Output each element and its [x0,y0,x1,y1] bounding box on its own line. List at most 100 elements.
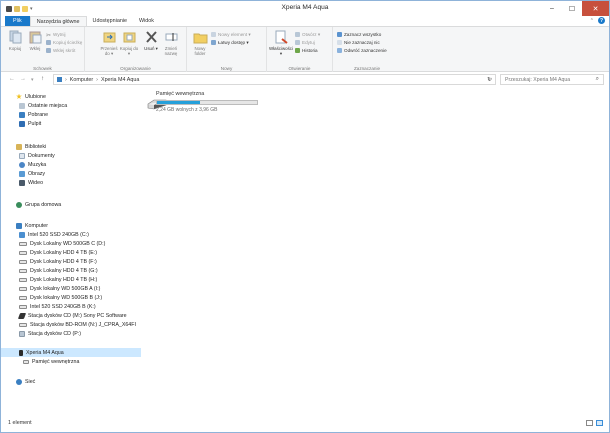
nav-music[interactable]: Muzyka [19,160,46,169]
refresh-icon[interactable]: ↻ [487,76,492,83]
tab-view[interactable]: Widok [133,16,160,26]
easy-access-button[interactable]: Łatwy dostęp ▾ [211,39,249,46]
minimize-icon[interactable]: ‒ [542,1,562,16]
ribbon-tabs: Plik Narzędzia główne Udostępnianie Wido… [1,16,609,26]
nav-drive[interactable]: Dysk Lokalny HDD 4 TB (H:) [19,275,97,284]
breadcrumb-xperia[interactable]: Xperia M4 Aqua [101,77,139,83]
open-button[interactable]: Otwórz ▾ [295,31,320,38]
nav-xperia[interactable]: Xperia M4 Aqua [1,348,141,357]
hard-drive-icon [19,268,27,273]
nav-drive[interactable]: Stacja dysków CD (P:) [19,329,81,338]
nav-drive[interactable]: Dysk Lokalny HDD 4 TB (G:) [19,266,98,275]
nav-recent-places[interactable]: Ostatnie miejsca [19,101,67,110]
copy-path-icon [46,40,51,45]
music-icon [19,161,25,168]
scissors-icon: ✂ [46,33,52,39]
tab-file[interactable]: Plik [5,16,30,26]
status-bar: 1 element [1,414,609,432]
window-title: Xperia M4 Aqua [281,4,329,11]
folder-icon [193,33,207,44]
group-label-clipboard: Schowek [33,66,52,71]
group-clipboard: Kopiuj Wklej ✂ Wytnij Kopiuj ścieżkę Wkl… [1,27,85,72]
invert-selection-button[interactable]: Odwróć zaznaczenie [337,47,387,54]
nav-videos[interactable]: Wideo [19,178,43,187]
nav-drive[interactable]: Dysk lokalny WD 500GB B (J:) [19,293,102,302]
nav-libraries[interactable]: Biblioteki [16,142,46,151]
select-all-icon [337,32,342,37]
hard-drive-icon [19,259,27,264]
maximize-icon[interactable]: ☐ [562,1,582,16]
select-none-button[interactable]: Nie zaznaczaj nic [337,39,380,46]
group-select: Zaznacz wszystko Nie zaznaczaj nic Odwró… [333,27,401,72]
nav-drive[interactable]: Stacja dysków BD-ROM (N:) J_CPRA_X64FI [19,320,136,329]
copy-icon [9,30,21,44]
recent-locations-icon[interactable]: ▾ [31,77,34,83]
nav-drive[interactable]: Intel 520 SSD 240GB (C:) [19,230,89,239]
nav-drive[interactable]: Dysk Lokalny HDD 4 TB (F:) [19,257,97,266]
tab-home[interactable]: Narzędzia główne [29,16,87,26]
tab-share[interactable]: Udostępnianie [87,16,133,26]
history-icon [295,48,300,53]
search-input[interactable]: Przeszukaj: Xperia M4 Aqua [505,77,570,83]
breadcrumb-computer[interactable]: Komputer [70,77,93,83]
close-icon[interactable]: ✕ [582,1,609,16]
forward-icon[interactable]: → [20,76,26,82]
nav-computer[interactable]: Komputer [16,221,48,230]
cd-drive-icon [19,330,25,337]
group-label-new: Nowy [220,66,233,71]
nav-drive[interactable]: Dysk lokalny WD 500GB A (I:) [19,284,100,293]
search-box[interactable]: Przeszukaj: Xperia M4 Aqua ⌕ [500,74,604,85]
rename-button[interactable]: Zmień nazwę [161,30,181,56]
nav-documents[interactable]: Dokumenty [19,151,55,160]
cut-button[interactable]: ✂ Wytnij [46,31,66,39]
network-icon [16,378,22,385]
select-all-button[interactable]: Zaznacz wszystko [337,31,381,38]
group-open: Właściwości ▾ Otwórz ▾ Edytuj Historia O… [267,27,333,72]
up-icon[interactable]: ↑ [41,76,44,82]
nav-internal-storage[interactable]: Pamięć wewnętrzna [23,357,79,366]
item-count: 1 element [8,420,32,426]
nav-drive[interactable]: Intel 520 SSD 240GB B (K:) [19,302,96,311]
nav-desktop[interactable]: Pulpit [19,119,41,128]
address-bar[interactable]: › Komputer › Xperia M4 Aqua ∨ [53,74,496,85]
ribbon: Kopiuj Wklej ✂ Wytnij Kopiuj ścieżkę Wkl… [1,26,609,72]
nav-homegroup[interactable]: Grupa domowa [16,200,61,209]
history-button[interactable]: Historia [295,47,318,54]
hard-drive-icon [19,295,27,300]
nav-favorites[interactable]: Ulubione [16,92,46,101]
nav-drive[interactable]: Stacja dysków CD (M:) Sony PC Software [17,311,127,320]
properties-icon [275,30,288,44]
group-organize: Przenieś do ▾ Kopiuj do ▾ Usuń ▾ Zmień n… [85,27,187,72]
recent-places-icon [19,102,25,109]
properties-button[interactable]: Właściwości ▾ [269,30,293,56]
copy-to-button[interactable]: Kopiuj do ▾ [119,30,139,56]
group-label-organize: Organizowanie [120,66,151,71]
ribbon-expand-icon[interactable]: ⌃ [590,18,594,24]
edit-button[interactable]: Edytuj [295,39,315,46]
paste-button[interactable]: Wklej [25,30,45,51]
nav-downloads[interactable]: Pobrane [19,110,48,119]
hard-drive-icon [19,241,27,246]
nav-pictures[interactable]: Obrazy [19,169,45,178]
large-icons-view-icon[interactable] [596,420,603,426]
new-folder-button[interactable]: Nowy folder [190,30,210,56]
list-item[interactable]: Pamięć wewnętrzna 2,24 GB wolnych z 3,96… [142,87,262,115]
help-icon[interactable]: ? [598,17,605,24]
paste-icon [29,31,41,44]
nav-drive[interactable]: Dysk Lokalny HDD 4 TB (E:) [19,248,97,257]
nav-drive[interactable]: Dysk Lokalny WD 500GB C (D:) [19,239,105,248]
copy-path-button[interactable]: Kopiuj ścieżkę [46,39,82,46]
delete-button[interactable]: Usuń ▾ [141,30,161,51]
details-view-icon[interactable] [586,420,593,426]
search-icon[interactable]: ⌕ [596,76,599,83]
new-item-button[interactable]: Nowy element ▾ [211,31,251,38]
copy-button[interactable]: Kopiuj [5,30,25,51]
new-item-icon [211,32,216,37]
sony-disc-icon [17,312,27,319]
item-name: Pamięć wewnętrzna [156,91,205,97]
group-label-select: Zaznaczanie [353,66,381,71]
back-icon[interactable]: ← [9,76,15,82]
move-to-button[interactable]: Przenieś do ▾ [99,30,119,56]
paste-shortcut-button[interactable]: Wklej skrót [46,47,75,54]
nav-network[interactable]: Sieć [16,377,35,386]
